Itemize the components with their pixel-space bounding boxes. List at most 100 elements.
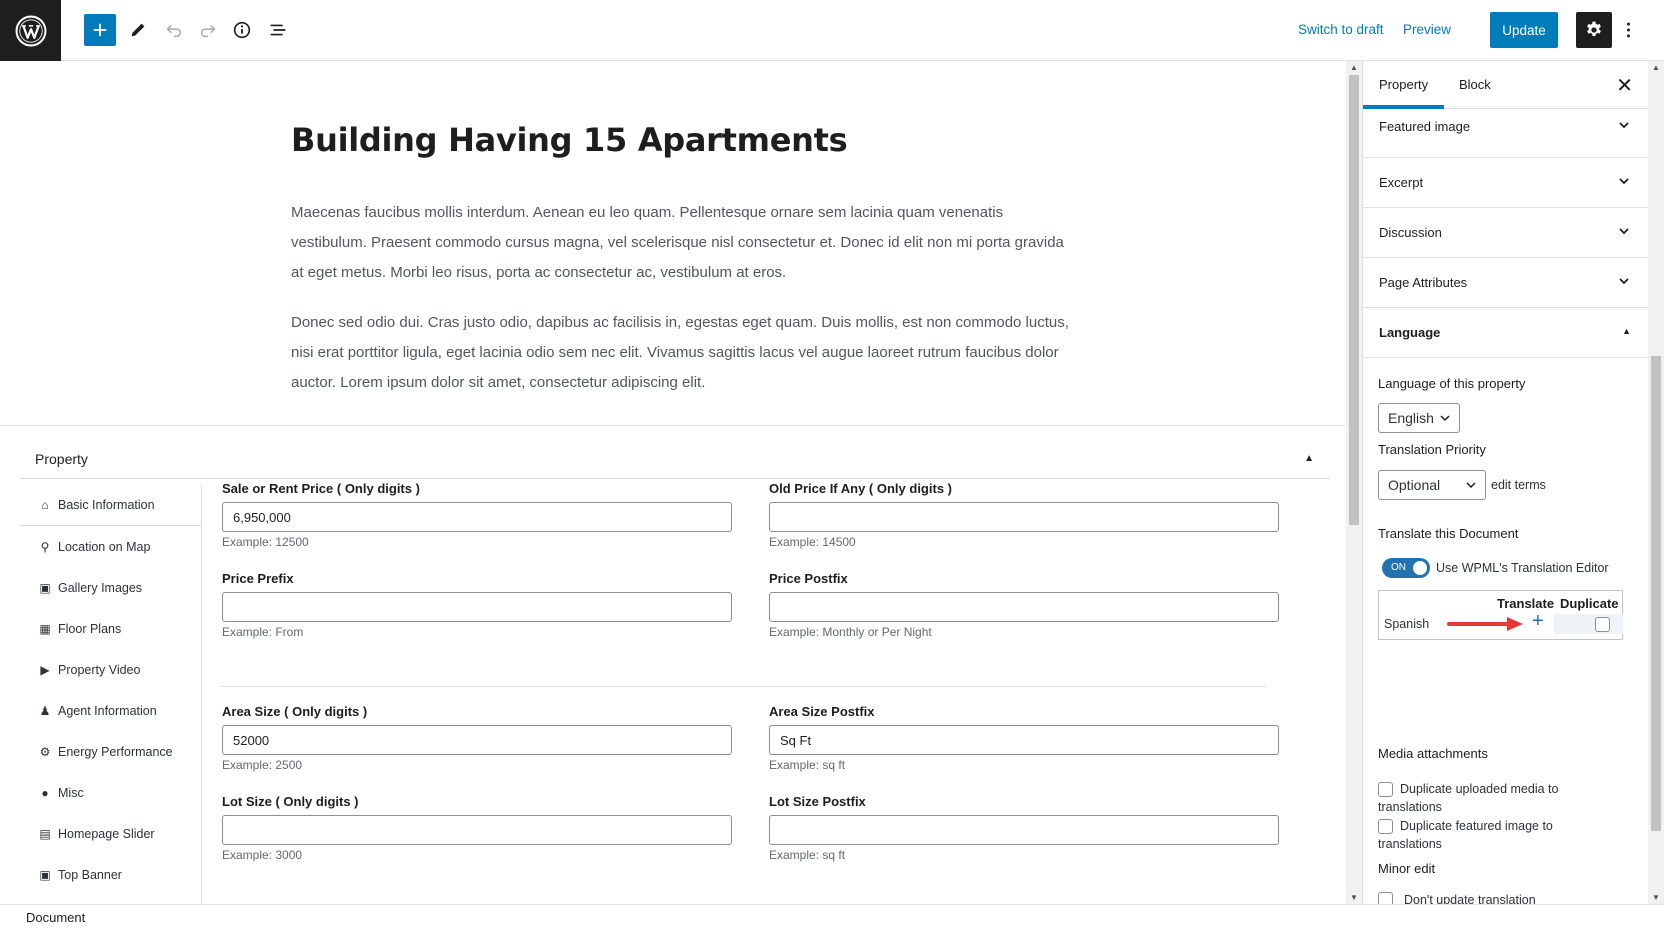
- lot-postfix-input[interactable]: [769, 815, 1279, 845]
- redo-icon: [200, 24, 216, 38]
- tab-label: Floor Plans: [58, 621, 122, 636]
- property-metabox-header[interactable]: Property ▲: [20, 439, 1330, 479]
- add-block-button[interactable]: [84, 14, 116, 46]
- panel-title: Language: [1379, 325, 1441, 340]
- tab-block[interactable]: Block: [1459, 77, 1491, 92]
- tab-gallery-images[interactable]: ▣ Gallery Images: [20, 567, 201, 608]
- scroll-down-icon[interactable]: ▼: [1652, 893, 1660, 902]
- tab-label: Agent Information: [58, 703, 157, 718]
- scrollbar-thumb[interactable]: [1349, 75, 1359, 525]
- redo-button[interactable]: [192, 14, 224, 46]
- details-button[interactable]: [226, 14, 258, 46]
- settings-button[interactable]: [1576, 12, 1612, 48]
- duplicate-column-header: Duplicate: [1560, 596, 1619, 611]
- dont-update-label: Don't update translation: [1404, 893, 1536, 904]
- panel-page-attributes[interactable]: Page Attributes: [1363, 258, 1648, 308]
- lot-size-input[interactable]: [222, 815, 732, 845]
- chevron-down-icon: [1619, 228, 1629, 235]
- close-icon[interactable]: ✕: [1616, 73, 1633, 98]
- translation-table: Translate Duplicate Spanish +: [1378, 590, 1623, 640]
- banner-icon: ▣: [39, 867, 51, 882]
- map-pin-icon: ⚲: [40, 539, 50, 554]
- add-translation-plus-icon[interactable]: +: [1532, 611, 1544, 631]
- toggle-state-text: ON: [1391, 562, 1406, 573]
- price-prefix-label: Price Prefix: [222, 571, 294, 586]
- tab-property[interactable]: Property: [1379, 77, 1428, 92]
- tab-location-on-map[interactable]: ⚲ Location on Map: [20, 526, 201, 567]
- duplicate-checkbox[interactable]: [1595, 617, 1610, 632]
- more-options-button[interactable]: [1618, 14, 1638, 46]
- tab-misc[interactable]: ● Misc: [20, 772, 201, 813]
- tab-agent-information[interactable]: ♟ Agent Information: [20, 690, 201, 731]
- paragraph-block[interactable]: Donec sed odio dui. Cras justo odio, dap…: [291, 308, 1071, 398]
- scroll-down-icon[interactable]: ▼: [1350, 893, 1358, 902]
- language-select[interactable]: English: [1378, 403, 1460, 433]
- translation-editor-toggle[interactable]: ON: [1382, 558, 1430, 578]
- area-size-help: Example: 2500: [222, 758, 303, 772]
- translation-priority-label: Translation Priority: [1378, 442, 1486, 457]
- video-icon: ▶: [40, 662, 50, 677]
- update-button[interactable]: Update: [1490, 12, 1558, 48]
- fields-divider: [221, 686, 1266, 687]
- tab-basic-information[interactable]: ⌂ Basic Information: [20, 485, 201, 526]
- pencil-icon: [131, 23, 145, 37]
- tab-energy-performance[interactable]: ⚙ Energy Performance: [20, 731, 201, 772]
- switch-to-draft-button[interactable]: Switch to draft: [1298, 22, 1384, 37]
- area-postfix-input[interactable]: [769, 725, 1279, 755]
- collapse-triangle-icon: ▲: [1622, 326, 1631, 336]
- sidebar-scrollbar[interactable]: ▲ ▼: [1648, 61, 1664, 904]
- old-price-label: Old Price If Any ( Only digits ): [769, 481, 952, 496]
- price-prefix-input[interactable]: [222, 592, 732, 622]
- plus-icon: [93, 23, 107, 37]
- wordpress-logo-button[interactable]: [0, 0, 61, 61]
- wordpress-icon: [15, 15, 46, 46]
- edit-tools-button[interactable]: [122, 14, 154, 46]
- sale-price-help: Example: 12500: [222, 535, 309, 549]
- scroll-up-icon[interactable]: ▲: [1652, 63, 1660, 72]
- undo-button[interactable]: [158, 14, 190, 46]
- translation-priority-select[interactable]: Optional: [1378, 470, 1486, 500]
- home-icon: ⌂: [41, 498, 49, 512]
- tab-label: Basic Information: [58, 498, 155, 512]
- price-prefix-help: Example: From: [222, 625, 304, 639]
- translation-editor-label: Use WPML's Translation Editor: [1436, 561, 1609, 575]
- area-size-input[interactable]: [222, 725, 732, 755]
- price-postfix-input[interactable]: [769, 592, 1279, 622]
- post-title[interactable]: Building Having 15 Apartments: [291, 121, 848, 159]
- tab-top-banner[interactable]: ▣ Top Banner: [20, 854, 201, 895]
- tab-floor-plans[interactable]: ▦ Floor Plans: [20, 608, 201, 649]
- collapse-triangle-icon[interactable]: ▲: [1304, 453, 1314, 464]
- tab-label: Top Banner: [58, 867, 122, 882]
- panel-language[interactable]: Language ▲: [1363, 308, 1648, 358]
- preview-button[interactable]: Preview: [1403, 22, 1451, 37]
- area-size-label: Area Size ( Only digits ): [222, 704, 368, 719]
- panel-featured-image[interactable]: Featured image: [1363, 109, 1648, 158]
- duplicate-cell: [1554, 614, 1623, 634]
- panel-discussion[interactable]: Discussion: [1363, 208, 1648, 258]
- metabox-tab-list: ⌂ Basic Information ⚲ Location on Map ▣ …: [20, 485, 202, 904]
- tab-homepage-slider[interactable]: ▤ Homepage Slider: [20, 813, 201, 854]
- area-postfix-label: Area Size Postfix: [769, 704, 875, 719]
- lot-size-help: Example: 3000: [222, 848, 303, 862]
- tab-property-video[interactable]: ▶ Property Video: [20, 649, 201, 690]
- scrollbar-thumb[interactable]: [1651, 356, 1661, 831]
- edit-terms-link[interactable]: edit terms: [1491, 478, 1546, 492]
- undo-icon: [166, 24, 182, 38]
- tab-label: Misc: [58, 785, 84, 800]
- language-label: Language of this property: [1378, 376, 1526, 391]
- panel-excerpt[interactable]: Excerpt: [1363, 158, 1648, 208]
- scroll-up-icon[interactable]: ▲: [1350, 63, 1358, 72]
- dont-update-checkbox[interactable]: [1378, 892, 1393, 904]
- chevron-down-icon: [1440, 415, 1450, 422]
- old-price-input[interactable]: [769, 502, 1279, 532]
- sale-price-input[interactable]: [222, 502, 732, 532]
- list-view-button[interactable]: [262, 14, 294, 46]
- chevron-down-icon: [1619, 122, 1629, 129]
- settings-sidebar: Property Block ✕ Featured image Excerpt …: [1362, 61, 1648, 904]
- tab-label: Gallery Images: [58, 580, 143, 595]
- editor-scrollbar[interactable]: ▲ ▼: [1346, 61, 1362, 904]
- old-price-help: Example: 14500: [769, 535, 856, 549]
- breadcrumb-document[interactable]: Document: [26, 910, 85, 925]
- language-select-value: English: [1388, 410, 1434, 426]
- paragraph-block[interactable]: Maecenas faucibus mollis interdum. Aenea…: [291, 198, 1071, 288]
